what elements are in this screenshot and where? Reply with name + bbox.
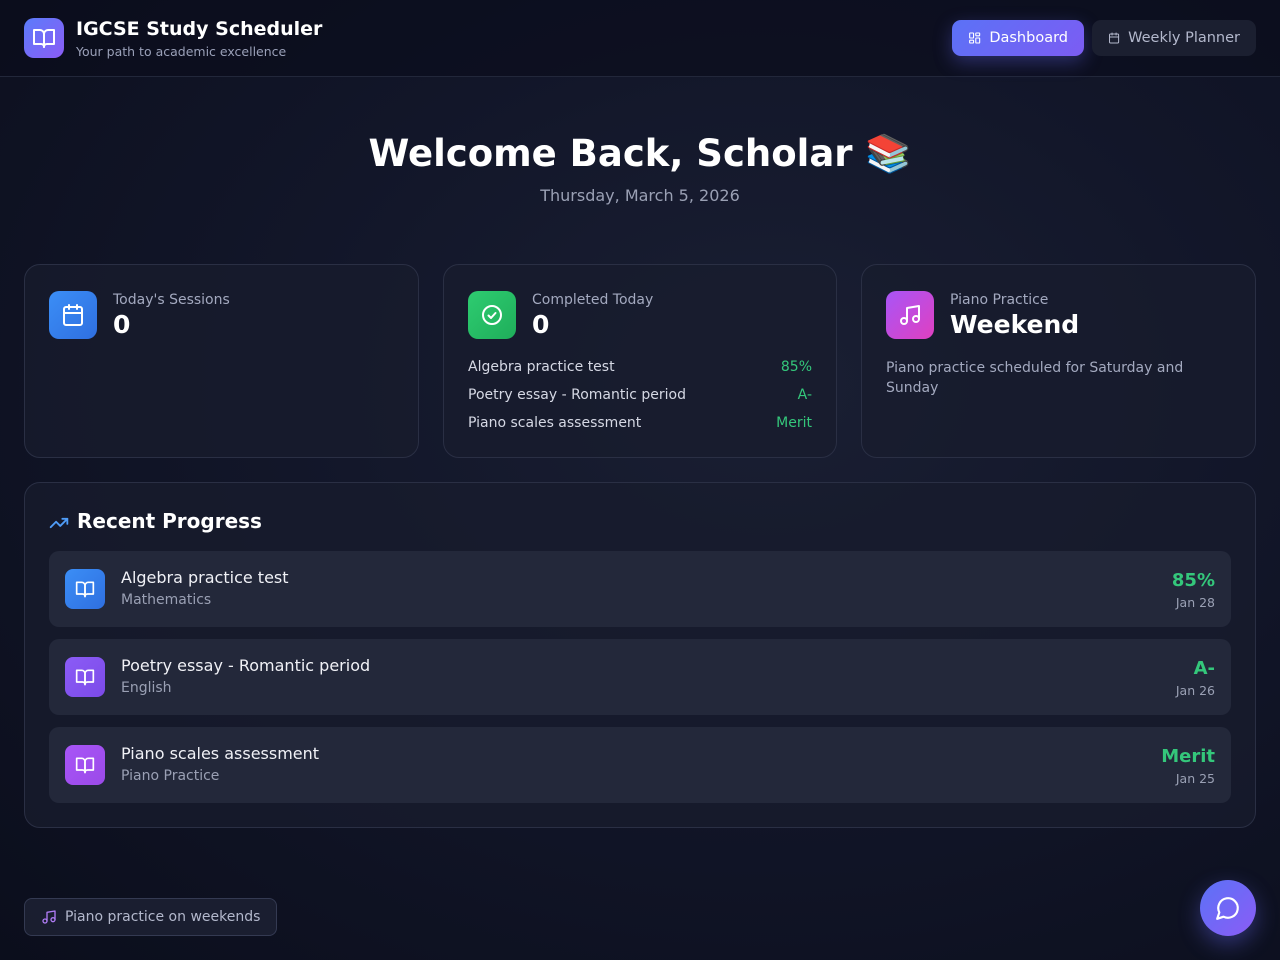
app-header: IGCSE Study Scheduler Your path to acade… [0,0,1280,77]
weekly-planner-nav-label: Weekly Planner [1128,30,1240,46]
completed-count: 0 [532,310,550,339]
book-open-icon [65,745,105,785]
progress-item-title: Poetry essay - Romantic period [121,656,371,675]
progress-item-date: Jan 28 [1175,595,1215,610]
progress-item-subject: English [121,680,172,696]
app-title: IGCSE Study Scheduler [76,18,323,40]
completed-item: Piano scales assessment Merit [468,413,812,433]
progress-row[interactable]: Poetry essay - Romantic period English A… [49,639,1231,715]
completed-item-score: 85% [780,359,812,375]
piano-weekends-label: Piano practice on weekends [65,909,261,925]
piano-schedule-value: Weekend [950,310,1080,339]
chat-button[interactable] [1200,880,1256,936]
completed-item: Poetry essay - Romantic period A- [468,385,812,405]
weekly-planner-nav-button[interactable]: Weekly Planner [1092,20,1256,56]
progress-row[interactable]: Piano scales assessment Piano Practice M… [49,727,1231,803]
completed-label: Completed Today [532,292,654,308]
completed-item: Algebra practice test 85% [468,357,812,377]
completed-item-title: Piano scales assessment [468,415,642,431]
current-date: Thursday, March 5, 2026 [540,186,740,205]
book-open-icon [65,657,105,697]
completed-item-score: Merit [776,415,812,431]
grid-layout-icon [969,32,981,44]
progress-item-score: Merit [1161,746,1215,767]
progress-item-date: Jan 26 [1175,683,1215,698]
completed-item-title: Algebra practice test [468,359,615,375]
welcome-heading: Welcome Back, Scholar 📚 [368,132,912,175]
book-open-icon [24,18,64,58]
piano-schedule-note: Piano practice scheduled for Saturday an… [886,360,1184,396]
progress-item-title: Piano scales assessment [121,744,320,763]
progress-row[interactable]: Algebra practice test Mathematics 85% Ja… [49,551,1231,627]
progress-item-date: Jan 25 [1175,771,1215,786]
completed-today-card: Completed Today 0 Algebra practice test … [443,264,837,458]
recent-progress-panel: Recent Progress Algebra practice test Ma… [24,482,1256,828]
music-icon [42,910,56,924]
sessions-label: Today's Sessions [113,292,230,308]
app-subtitle: Your path to academic excellence [76,44,287,59]
progress-item-score: A- [1193,658,1215,679]
completed-item-score: A- [797,387,812,403]
piano-label: Piano Practice [950,292,1049,308]
trending-up-icon [49,517,69,529]
piano-weekends-pill: Piano practice on weekends [24,898,277,936]
progress-item-score: 85% [1171,570,1215,591]
progress-item-title: Algebra practice test [121,568,289,587]
piano-practice-card: Piano Practice Weekend Piano practice sc… [861,264,1256,458]
progress-item-subject: Mathematics [121,592,212,608]
calendar-icon [1109,32,1120,44]
calendar-icon [49,291,97,339]
book-open-icon [65,569,105,609]
dashboard-nav-label: Dashboard [989,30,1068,46]
dashboard-nav-button[interactable]: Dashboard [952,20,1084,56]
music-icon [886,291,934,339]
todays-sessions-card: Today's Sessions 0 [24,264,419,458]
check-circle-icon [468,291,516,339]
completed-item-title: Poetry essay - Romantic period [468,387,686,403]
recent-progress-title: Recent Progress [77,509,262,533]
sessions-count: 0 [113,310,131,339]
message-circle-icon [1216,897,1239,920]
progress-item-subject: Piano Practice [121,768,220,784]
